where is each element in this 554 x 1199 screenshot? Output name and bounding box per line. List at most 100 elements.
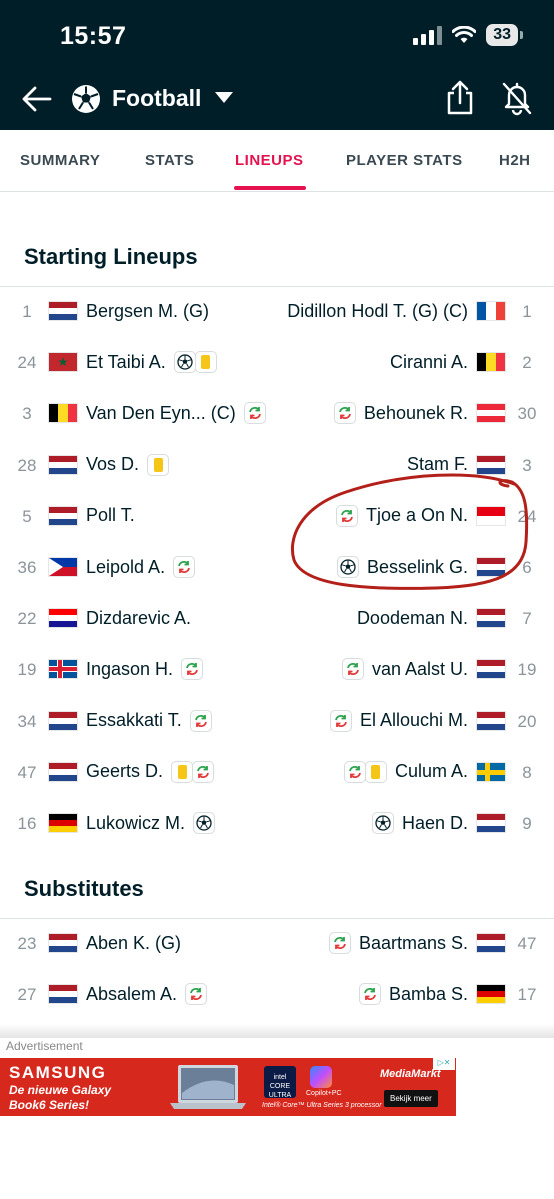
away-shirt-number: 1 [522,302,532,321]
away-shirt-number: 7 [522,609,532,629]
country-flag-icon [476,984,506,1005]
player-name: Geerts D. [86,761,164,782]
ad-text: De nieuwe Galaxy Book6 Series! [9,1083,112,1112]
country-flag-icon [48,454,78,475]
away-player[interactable]: Baartmans S. [328,930,506,956]
sport-title[interactable]: Football [112,85,201,112]
player-name: van Aalst U. [371,658,468,679]
away-player[interactable]: Ciranni A. [388,349,506,375]
copilot-label: Copilot+PC [306,1090,342,1097]
substitution-icon [181,658,204,681]
country-flag-icon [48,761,78,782]
substitution-icon [343,760,366,783]
ad-cta-button[interactable]: Bekijk meer [384,1090,438,1107]
country-flag-icon [48,813,78,833]
player-name: Behounek R. [363,402,468,423]
intel-logo: intel CORE ULTRA [264,1066,296,1099]
signal-icon [413,25,443,45]
home-shirt-number: 36 [17,558,37,577]
away-player[interactable]: Haen D. [371,810,506,836]
tab-stats[interactable]: STATS [145,152,194,169]
home-player[interactable]: ★ Et Taibi A. [48,349,217,375]
country-flag-icon [48,403,78,424]
goal-icon [193,812,216,834]
home-player[interactable]: Leipold A. [48,554,196,580]
ad-separator [0,1024,554,1038]
home-shirt-number: 27 [17,985,37,1005]
player-name: Lukowicz M. [86,812,186,833]
tab-h2h[interactable]: H2H [499,152,531,169]
player-name: Besselink G. [366,556,468,577]
ad-brand: SAMSUNG [9,1063,107,1082]
home-player[interactable]: Essakkati T. [48,708,212,734]
away-player[interactable]: Behounek R. [333,400,506,426]
away-player[interactable]: Didillon Hodl T. (G) (C) [285,298,506,324]
substitution-icon [335,504,358,527]
away-shirt-number: 17 [517,985,537,1005]
player-name: Van Den Eyn... (C) [86,402,236,423]
lineup-row: 3 Van Den Eyn... (C) Behounek R. 30 [0,389,554,440]
yellow-card-icon [194,351,217,374]
away-player[interactable]: van Aalst U. [341,656,506,682]
goal-icon [336,556,359,578]
lineup-row: 1 Bergsen M. (G) Didillon Hodl T. (G) (C) 1 [0,287,554,338]
home-shirt-number: 3 [22,404,32,424]
away-player[interactable]: Tjoe a On N. [335,503,506,529]
away-player[interactable]: Culum A. [343,759,506,785]
lineup-row: 36 Leipold A. Besselink G. 6 [0,543,554,594]
tab-summary[interactable]: SUMMARY [20,152,100,169]
away-shirt-number: 19 [517,660,537,680]
player-name: Didillon Hodl T. (G) (C) [287,300,468,321]
lineup-row: 28 Vos D. Stam F. 3 [0,441,554,492]
home-player[interactable]: Dizdarevic A. [48,605,193,631]
substitution-icon [192,760,215,783]
home-shirt-number: 1 [22,302,32,321]
away-player[interactable]: Besselink G. [336,554,506,580]
country-flag-icon [476,710,506,731]
away-player[interactable]: Doodeman N. [355,605,506,631]
share-icon[interactable] [444,80,476,116]
home-player[interactable]: Van Den Eyn... (C) [48,400,266,426]
player-name: Absalem A. [86,983,178,1004]
away-player[interactable]: Stam F. [405,452,506,478]
home-player[interactable]: Geerts D. [48,759,215,785]
yellow-card-icon [171,760,194,783]
retailer-logo: MediaMarkt [380,1068,441,1080]
away-player[interactable]: Bamba S. [358,981,506,1007]
advertisement-banner[interactable]: SAMSUNG De nieuwe Galaxy Book6 Series! i… [0,1058,456,1116]
player-name: Bergsen M. (G) [86,300,210,321]
home-player[interactable]: Absalem A. [48,981,208,1007]
notifications-off-icon[interactable] [500,80,534,116]
chevron-down-icon[interactable] [215,92,233,103]
country-flag-icon [476,761,506,782]
player-name: Ciranni A. [389,351,468,372]
home-player[interactable]: Vos D. [48,452,170,478]
away-shirt-number: 2 [522,353,532,373]
home-player[interactable]: Aben K. (G) [48,930,183,956]
yellow-card-icon [147,453,170,476]
player-name: Doodeman N. [356,607,468,628]
goal-icon [173,351,196,374]
player-name: Tjoe a On N. [365,505,468,526]
event-icons [343,760,387,783]
country-flag-icon [476,933,506,953]
tab-lineups[interactable]: LINEUPS [235,152,304,169]
player-name: Essakkati T. [86,710,182,731]
player-name: Baartmans S. [358,932,468,953]
status-time: 15:57 [60,22,127,50]
tab-player-stats[interactable]: PLAYER STATS [346,152,463,169]
home-player[interactable]: Ingason H. [48,656,204,682]
player-name: Vos D. [86,454,140,475]
home-player[interactable]: Lukowicz M. [48,810,216,836]
adchoices-icon[interactable]: ▷✕ [433,1058,455,1070]
away-player[interactable]: El Allouchi M. [329,708,506,734]
country-flag-icon [476,403,506,424]
away-shirt-number: 20 [517,711,537,731]
home-player[interactable]: Bergsen M. (G) [48,298,211,324]
country-flag-icon [476,352,506,373]
back-arrow-icon[interactable] [20,82,54,116]
country-flag-icon: ★ [48,352,78,373]
home-player[interactable]: Poll T. [48,503,137,529]
home-shirt-number: 22 [17,609,37,629]
lineup-row: 19 Ingason H. van Aalst U. 19 [0,645,554,696]
